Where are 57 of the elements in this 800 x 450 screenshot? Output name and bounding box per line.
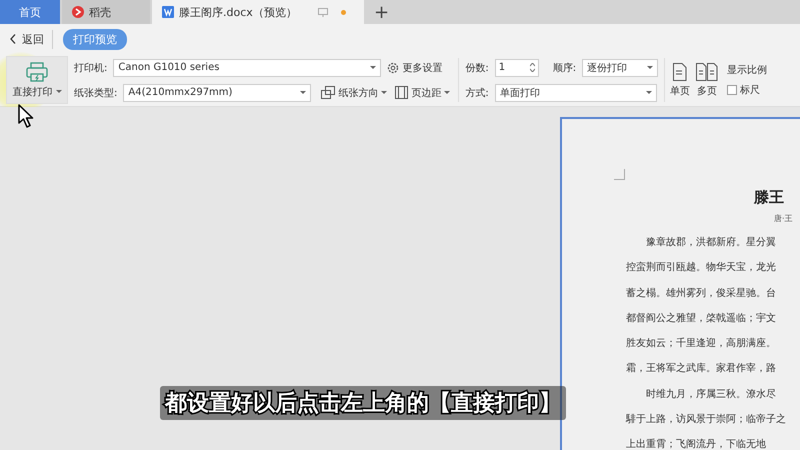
tab[interactable]: 滕王阁序.docx（预览）	[152, 0, 364, 24]
single-page-button[interactable]: 单页	[668, 62, 692, 98]
app-logo-icon	[72, 6, 84, 18]
order-select[interactable]: 逐份打印	[582, 58, 658, 76]
paper-size-select[interactable]: A4(210mmx297mm)	[123, 84, 312, 102]
caret-icon	[646, 91, 652, 94]
caret-icon	[444, 91, 450, 94]
printer-icon	[26, 62, 48, 82]
more-settings-button[interactable]: 更多设置	[387, 60, 442, 74]
multi-page-button[interactable]: 多页	[694, 62, 720, 98]
document-text-line: 蓄之榻。雄州雾列，俊采星驰。台	[626, 286, 777, 301]
document-text-line: 上出重霄；飞阁流丹，下临无地	[626, 438, 767, 450]
mouse-cursor-icon	[18, 104, 34, 128]
pages-icon	[321, 86, 336, 99]
duplex-select[interactable]: 单面打印	[494, 84, 657, 102]
document-text-line: 都督阎公之雅望，棨戟遥临；宇文	[626, 312, 777, 326]
back-button[interactable]: 返回	[10, 30, 53, 48]
chevron-left-icon	[10, 34, 16, 44]
tab[interactable]: 稻壳	[62, 0, 150, 24]
tab[interactable]: 首页	[0, 0, 60, 24]
caret-icon	[56, 90, 62, 93]
field-label: 顺序:	[552, 62, 576, 74]
monitor-icon	[318, 8, 328, 16]
document-text-line: 騑于上路，访风景于崇阿；临帝子之	[626, 412, 787, 428]
document-text-line: 时维九月，序属三秋。潦水尽	[645, 388, 777, 402]
document-text-line: 胜友如云；千里逢迎，高朋满座。	[626, 336, 777, 352]
document-text-line: 豫章故郡，洪都新府。星分翼	[645, 236, 777, 250]
spinner-arrows-icon	[530, 63, 535, 72]
document-text-line: 控蛮荆而引瓯越。物华天宝，龙光	[626, 260, 777, 276]
caret-icon	[647, 66, 654, 69]
field-label: 纸张类型:	[74, 86, 118, 100]
new-tab-button[interactable]: +	[366, 0, 398, 24]
caret-icon	[370, 66, 376, 69]
field-label: 方式:	[465, 86, 489, 100]
page-icon	[673, 62, 688, 80]
mode-label: 打印预览	[63, 28, 127, 50]
zoom-button[interactable]: 显示比例	[727, 63, 768, 77]
margins-button[interactable]: 页边距	[395, 86, 450, 100]
margins-icon	[395, 86, 408, 99]
unsaved-dot-icon	[341, 10, 346, 14]
printer-select[interactable]: Canon G1010 series	[113, 58, 382, 76]
caret-icon	[381, 91, 388, 94]
document-icon	[162, 6, 174, 18]
copies-field[interactable]: 1	[494, 58, 539, 76]
direct-print-button[interactable]: 直接打印	[6, 56, 68, 104]
field-label: 份数:	[465, 62, 489, 74]
caret-icon	[300, 91, 306, 94]
video-subtitle: 都设置好以后点击左上角的【直接打印】	[160, 386, 566, 420]
document-text-line: 霜，王将军之武库。家君作宰，路	[626, 362, 777, 376]
document-author: 唐·王	[774, 213, 794, 224]
orientation-button[interactable]: 纸张方向	[321, 86, 388, 100]
ruler-checkbox[interactable]: 标尺	[727, 83, 768, 97]
settings-icon	[387, 62, 400, 74]
two-pages-icon	[696, 62, 718, 80]
margin-corner-mark	[614, 169, 625, 180]
document-title: 滕王	[754, 188, 785, 207]
field-label: 打印机:	[74, 62, 108, 74]
